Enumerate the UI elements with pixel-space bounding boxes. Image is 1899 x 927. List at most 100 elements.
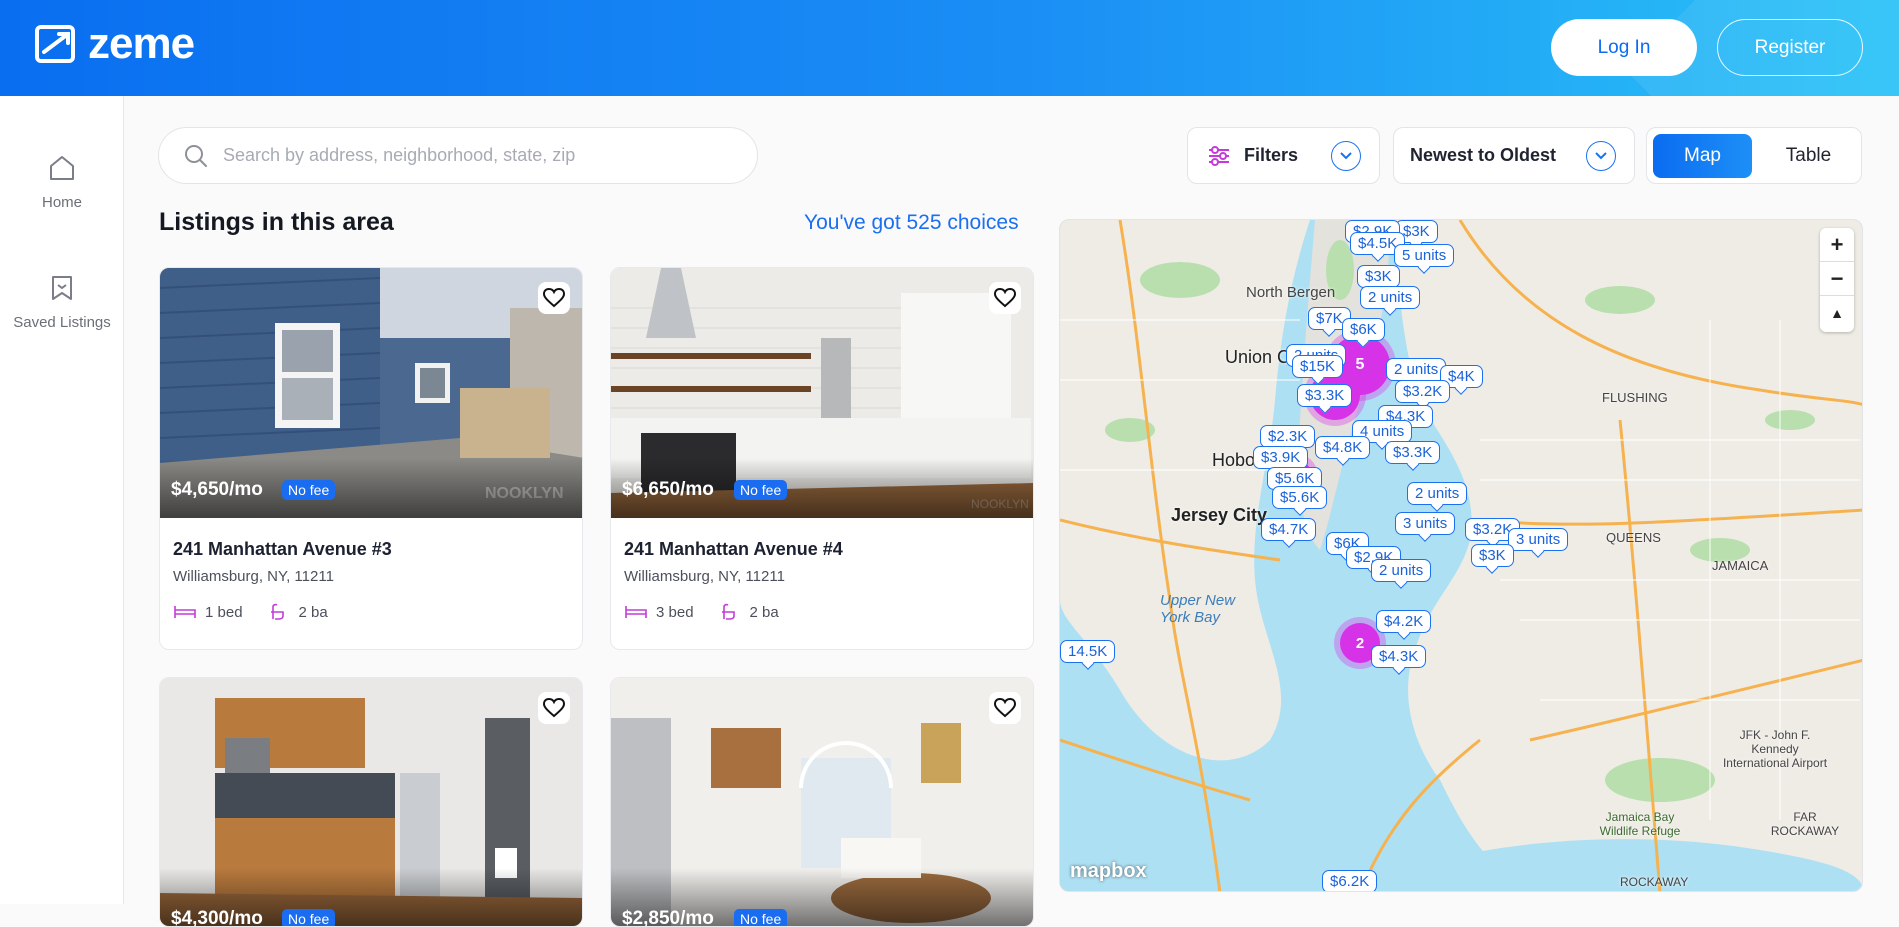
bath-icon	[721, 603, 735, 620]
no-fee-badge: No fee	[282, 909, 336, 926]
map-place-label: FAR ROCKAWAY	[1770, 810, 1840, 838]
listing-photo[interactable]: NOOKLYN $6,650/mo No fee	[611, 268, 1033, 518]
sort-label: Newest to Oldest	[1410, 145, 1557, 165]
listing-photo[interactable]: $4,300/mo No fee	[160, 678, 582, 927]
map-place-label: ROCKAWAY	[1620, 875, 1689, 889]
listing-price: $6,650/mo	[622, 479, 714, 500]
bath-icon	[270, 603, 284, 620]
map-price-pin[interactable]: $3.3K	[1297, 384, 1353, 407]
chevron-down-icon[interactable]	[1331, 141, 1361, 171]
map-price-pin[interactable]: 5 units	[1394, 244, 1455, 267]
map-place-label: North Bergen	[1246, 284, 1336, 301]
left-sidebar: Home Saved Listings	[0, 96, 124, 904]
listings-heading: Listings in this area	[159, 208, 394, 236]
zeme-logo[interactable]: zeme	[34, 19, 195, 68]
map-price-pin[interactable]: $3K	[1357, 265, 1400, 288]
filters-dropdown[interactable]: Filters	[1187, 127, 1380, 184]
listing-price: $4,300/mo	[171, 908, 263, 927]
sidebar-item-label: Home	[41, 194, 82, 211]
listing-card[interactable]: NOOKLYN $6,650/mo No fee 241 Manhattan A…	[610, 267, 1034, 650]
favorite-heart-icon[interactable]	[989, 282, 1021, 314]
no-fee-badge: No fee	[734, 480, 788, 500]
map-price-pin[interactable]: $3K	[1471, 544, 1514, 567]
map-price-pin[interactable]: $6.2K	[1322, 870, 1378, 891]
map-price-pin[interactable]: $4.7K	[1261, 518, 1317, 541]
sort-dropdown[interactable]: Newest to Oldest	[1393, 127, 1635, 184]
compass-icon[interactable]: ▲	[1820, 296, 1854, 330]
chevron-down-icon[interactable]	[1586, 141, 1616, 171]
listing-card[interactable]: NOOKLYN $4,650/mo No fee 241 Manhattan A…	[159, 267, 583, 650]
search-icon	[185, 144, 207, 167]
view-toggle: Map Table	[1646, 127, 1862, 184]
listing-price: $2,850/mo	[622, 908, 714, 927]
no-fee-badge: No fee	[282, 480, 336, 500]
map-place-label: QUEENS	[1606, 530, 1661, 545]
map-base	[1060, 220, 1862, 891]
brand-name: zeme	[88, 19, 195, 68]
map-place-label: Jersey City	[1171, 505, 1268, 525]
zeme-logo-icon	[35, 25, 75, 63]
listing-meta: 1 bed 2 ba	[173, 603, 328, 621]
register-button[interactable]: Register	[1717, 19, 1863, 76]
listing-meta: 3 bed 2 ba	[624, 603, 779, 621]
map-place-label: FLUSHING	[1602, 390, 1668, 405]
listings-map[interactable]: North Bergen Union City Hoboken Jersey C…	[1059, 219, 1863, 892]
favorite-heart-icon[interactable]	[538, 282, 570, 314]
listing-baths: 2 ba	[749, 603, 779, 621]
map-price-pin[interactable]: $3.2K	[1395, 380, 1451, 403]
map-price-pin[interactable]: $4.2K	[1376, 610, 1432, 633]
filters-icon	[1209, 145, 1229, 166]
map-water-label: Upper New York Bay	[1160, 592, 1236, 626]
map-price-pin[interactable]: $15K	[1292, 355, 1344, 378]
map-view-button[interactable]: Map	[1653, 134, 1752, 178]
map-place-label: Jamaica Bay Wildlife Refuge	[1599, 810, 1681, 838]
zoom-out-button[interactable]: −	[1820, 262, 1854, 296]
bookmark-icon	[52, 276, 72, 300]
favorite-heart-icon[interactable]	[538, 692, 570, 724]
mapbox-logo[interactable]: mapbox	[1070, 860, 1147, 883]
top-header: zeme Log In Register	[0, 0, 1899, 96]
listing-address: Williamsburg, NY, 11211	[624, 568, 785, 585]
listing-price: $4,650/mo	[171, 479, 263, 500]
map-price-pin[interactable]: 2 units	[1386, 358, 1447, 381]
listing-photo[interactable]: NOOKLYN $4,650/mo No fee	[160, 268, 582, 518]
search-input[interactable]	[223, 145, 743, 166]
map-price-pin[interactable]: 2 units	[1371, 559, 1432, 582]
map-price-pin[interactable]: $2.3K	[1260, 425, 1316, 448]
map-price-pin[interactable]: $4.8K	[1315, 436, 1371, 459]
bed-icon	[625, 606, 647, 618]
listing-title[interactable]: 241 Manhattan Avenue #4	[624, 539, 843, 560]
listing-title[interactable]: 241 Manhattan Avenue #3	[173, 539, 392, 560]
map-price-pin[interactable]: 3 units	[1395, 512, 1456, 535]
sidebar-item-label: Saved Listings	[13, 314, 111, 331]
map-price-pin[interactable]: $3.9K	[1253, 446, 1309, 469]
listing-address: Williamsburg, NY, 11211	[173, 568, 334, 585]
listing-card[interactable]: $2,850/mo No fee	[610, 677, 1034, 927]
favorite-heart-icon[interactable]	[989, 692, 1021, 724]
map-price-pin[interactable]: 14.5K	[1060, 640, 1116, 663]
sidebar-item-saved-listings[interactable]: Saved Listings	[0, 272, 124, 331]
sidebar-item-home[interactable]: Home	[0, 152, 124, 211]
map-price-pin[interactable]: 3 units	[1508, 528, 1569, 551]
listing-card[interactable]: $4,300/mo No fee	[159, 677, 583, 927]
listing-photo[interactable]: $2,850/mo No fee	[611, 678, 1033, 927]
login-button[interactable]: Log In	[1551, 19, 1697, 76]
bed-icon	[174, 606, 196, 618]
listing-beds: 1 bed	[205, 603, 243, 621]
home-icon	[50, 156, 74, 180]
filters-label: Filters	[1244, 145, 1299, 165]
table-view-button[interactable]: Table	[1760, 134, 1857, 178]
map-place-label: JAMAICA	[1712, 558, 1769, 573]
map-price-pin[interactable]: 2 units	[1360, 286, 1421, 309]
map-price-pin[interactable]: $6K	[1342, 318, 1385, 341]
no-fee-badge: No fee	[734, 909, 788, 926]
map-zoom-controls: + − ▲	[1820, 228, 1854, 332]
map-price-pin[interactable]: $3.3K	[1385, 441, 1441, 464]
map-price-pin[interactable]: $5.6K	[1272, 486, 1328, 509]
map-price-pin[interactable]: 2 units	[1407, 482, 1468, 505]
listing-beds: 3 bed	[656, 603, 694, 621]
zoom-in-button[interactable]: +	[1820, 228, 1854, 262]
search-bar[interactable]	[158, 127, 758, 184]
map-place-label: JFK - John F. Kennedy International Airp…	[1722, 728, 1828, 770]
map-price-pin[interactable]: $4.3K	[1371, 645, 1427, 668]
